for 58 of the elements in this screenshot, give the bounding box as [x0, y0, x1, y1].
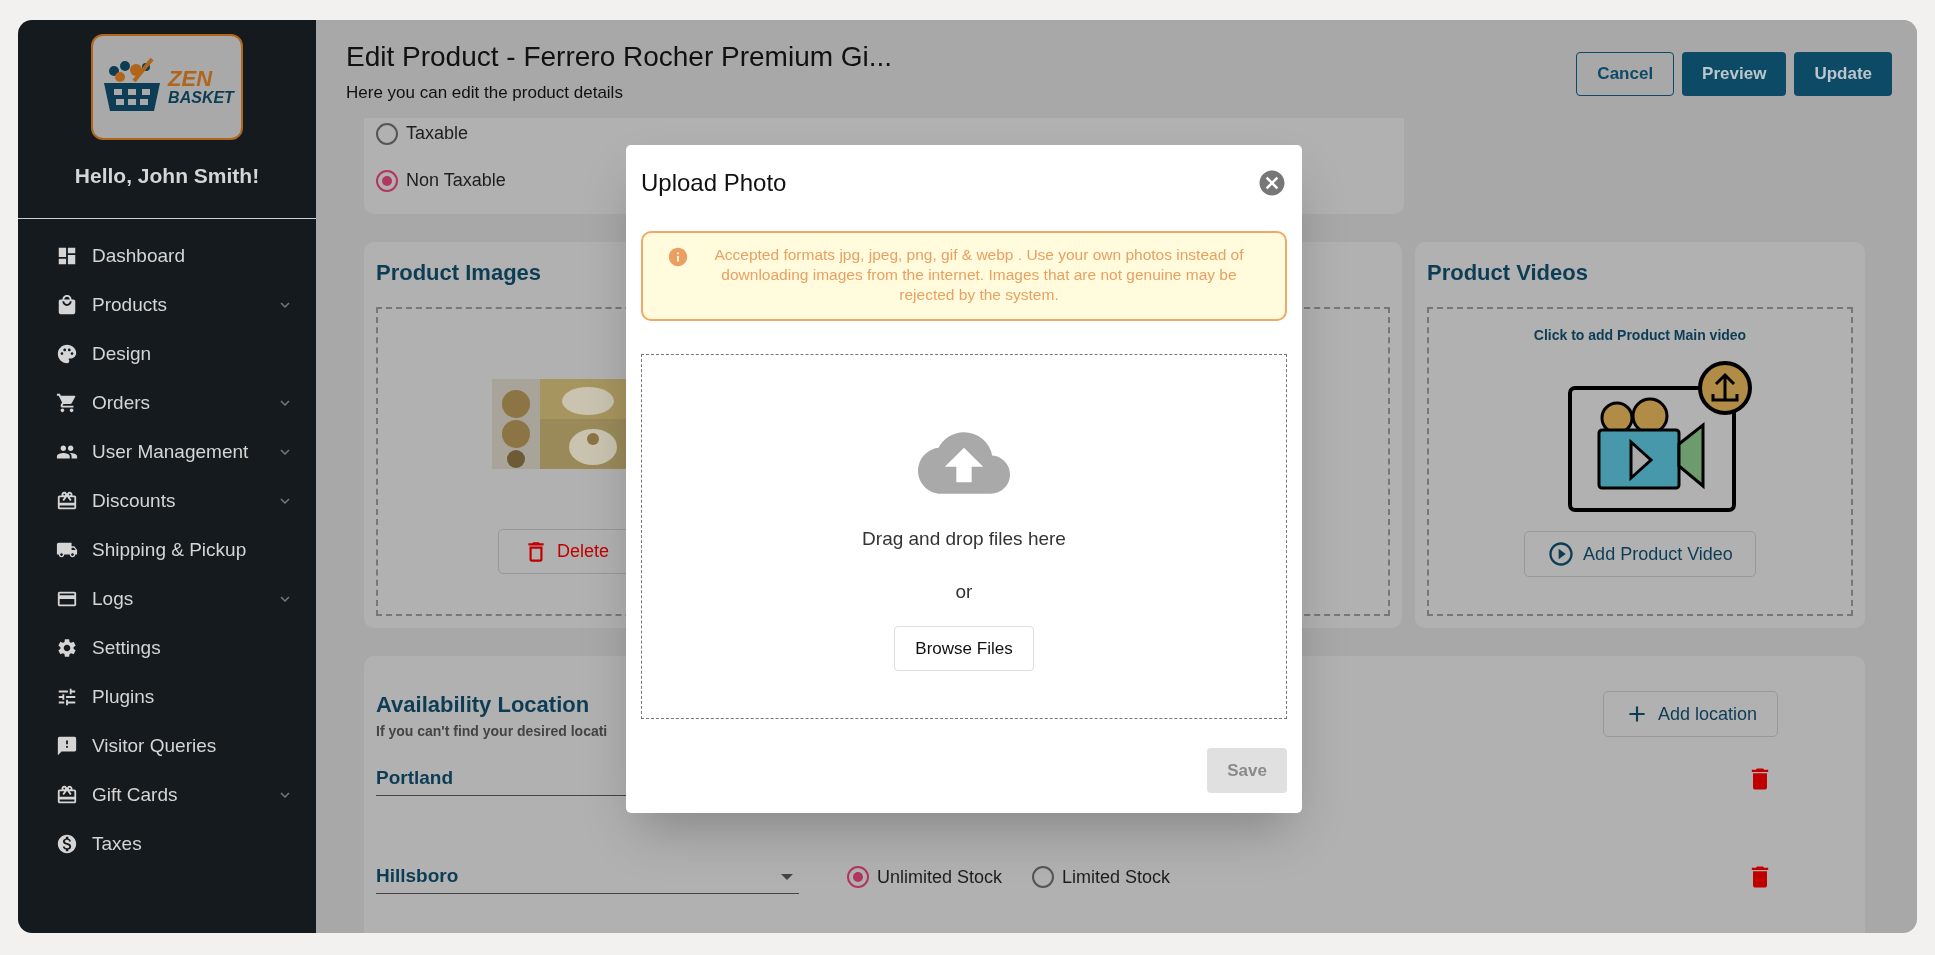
radio-label: Non Taxable	[406, 169, 506, 192]
location-select[interactable]: Hillsboro	[376, 860, 799, 894]
sliders-icon	[56, 686, 78, 708]
chat-icon	[56, 735, 78, 757]
sidebar-item[interactable]: Products	[18, 280, 316, 330]
gift-box-icon	[56, 784, 78, 806]
header-button[interactable]: Update	[1794, 52, 1892, 96]
sidebar-item[interactable]: Logs	[18, 574, 316, 624]
logo-text: ZEN	[168, 68, 214, 90]
drop-text: Drag and drop files here	[862, 527, 1066, 551]
sidebar-item[interactable]: Discounts	[18, 476, 316, 526]
header-button[interactable]: Preview	[1682, 52, 1787, 96]
radio-button[interactable]	[847, 866, 869, 888]
radio-button[interactable]	[376, 122, 398, 145]
notice-text: Accepted formats jpg, jpeg, png, gif & webp . Use your own photos instead of downloading images from the internet. Images that are not genuine may be rejected by the system.	[713, 245, 1245, 305]
play-icon	[1547, 540, 1576, 568]
close-icon[interactable]	[1257, 168, 1287, 198]
page-title: Edit Product - Ferrero Rocher Premium Gi...	[346, 40, 893, 74]
card-title: Product Videos	[1427, 259, 1589, 287]
page-subtitle: Here you can edit the product details	[346, 82, 624, 104]
dashboard-icon	[56, 245, 78, 267]
gift-box-icon	[56, 490, 78, 512]
dialog-title: Upload Photo	[641, 168, 787, 198]
sidebar-item[interactable]: User Management	[18, 427, 316, 477]
file-drop-zone[interactable]: Drag and drop files here or Browse Files	[641, 354, 1287, 719]
sidebar-item[interactable]: Dashboard	[18, 231, 316, 281]
greeting: Hello, John Smith!	[74, 163, 260, 189]
card-subtitle: If you can't find your desired locati	[376, 722, 608, 741]
radio-label: Taxable	[406, 122, 469, 145]
add-location-button[interactable]: Add location	[1602, 691, 1778, 737]
header-button[interactable]: Cancel	[1576, 52, 1675, 96]
dropdown-icon	[781, 873, 793, 880]
sidebar-item[interactable]: Plugins	[18, 672, 316, 722]
add-video-button[interactable]: Add Product Video	[1524, 531, 1756, 577]
radio-button[interactable]	[1032, 866, 1055, 888]
sidebar-item[interactable]: Shipping & Pickup	[18, 525, 316, 575]
settings-icon	[56, 637, 78, 659]
sidebar-item[interactable]: Design	[18, 329, 316, 379]
sidebar-item[interactable]: Settings	[18, 623, 316, 673]
card-title: Availability Location	[376, 691, 591, 719]
sidebar-item[interactable]: Taxes	[18, 819, 316, 869]
browse-button[interactable]: Browse Files	[894, 626, 1034, 671]
palette-icon	[56, 343, 78, 365]
shopping-bag-icon	[56, 294, 78, 316]
sidebar-item[interactable]: Visitor Queries	[18, 721, 316, 771]
sidebar-item[interactable]: Gift Cards	[18, 770, 316, 820]
or-text: or	[955, 579, 973, 604]
info-icon	[667, 246, 689, 268]
radio-label: Unlimited Stock	[877, 865, 1003, 889]
sidebar-item[interactable]: Orders	[18, 378, 316, 428]
dollar-icon	[56, 833, 78, 855]
cart-icon	[56, 392, 78, 414]
logo-text: BASKET	[168, 90, 234, 106]
video-drop-area[interactable]: Click to add Product Main video Add Product Video	[1427, 307, 1853, 616]
video-hint: Click to add Product Main video	[1533, 326, 1747, 345]
radio-label: Limited Stock	[1062, 865, 1171, 889]
radio-button[interactable]	[376, 169, 398, 192]
card-title: Product Images	[376, 259, 542, 287]
